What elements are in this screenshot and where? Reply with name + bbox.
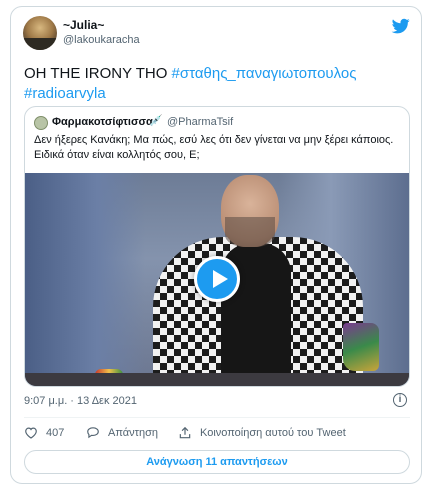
like-button[interactable]: 407 (24, 426, 64, 439)
like-count: 407 (46, 426, 65, 439)
quoted-handle[interactable]: @PharmaTsif (167, 116, 233, 128)
video-person (225, 217, 275, 247)
tweet-text: OH THE IRONY THO #σταθης_παναγιωτοπουλος… (24, 64, 409, 104)
quoted-display-name[interactable]: Φαρμακοτσίφτισσα (52, 116, 153, 128)
share-button[interactable]: Κοινοποίηση αυτού του Tweet (178, 426, 346, 440)
quoted-avatar[interactable] (34, 116, 48, 130)
video-player[interactable] (25, 173, 409, 386)
play-icon[interactable] (194, 256, 240, 302)
video-desk (25, 373, 409, 386)
syringe-emoji: 💉 (149, 115, 163, 127)
twitter-bird-icon[interactable] (391, 17, 411, 35)
author-handle[interactable]: @lakoukaracha (63, 34, 140, 46)
share-label: Κοινοποίηση αυτού του Tweet (200, 427, 346, 439)
hashtag-link[interactable]: #σταθης_παναγιωτοπουλος (172, 65, 357, 82)
tweet-timestamp[interactable]: 9:07 μ.μ. · 13 Δεκ 2021 (24, 395, 137, 407)
divider (24, 417, 410, 418)
reply-button[interactable]: Απάντηση (86, 426, 158, 439)
quoted-text: Δεν ήξερες Κανάκη; Μα πώς, εσύ λες ότι δ… (34, 134, 394, 161)
tweet-card: ~Julia~ @lakoukaracha OH THE IRONY THO #… (10, 6, 422, 484)
reply-bubble-icon (87, 427, 99, 439)
author-display-name[interactable]: ~Julia~ (63, 18, 104, 32)
video-boot-prop (343, 323, 379, 371)
video-background (25, 173, 145, 386)
read-replies-button[interactable]: Ανάγνωση 11 απαντήσεων (24, 450, 410, 474)
quoted-tweet[interactable]: Φαρμακοτσίφτισσα 💉 @PharmaTsif Δεν ήξερε… (24, 106, 410, 387)
hashtag-link[interactable]: #radioarvyla (24, 85, 106, 102)
share-icon (179, 426, 191, 439)
avatar[interactable] (23, 16, 57, 50)
reply-label: Απάντηση (108, 426, 158, 439)
tweet-text-body: OH THE IRONY THO (24, 65, 168, 82)
info-icon[interactable]: i (393, 393, 407, 407)
heart-icon (25, 427, 37, 439)
